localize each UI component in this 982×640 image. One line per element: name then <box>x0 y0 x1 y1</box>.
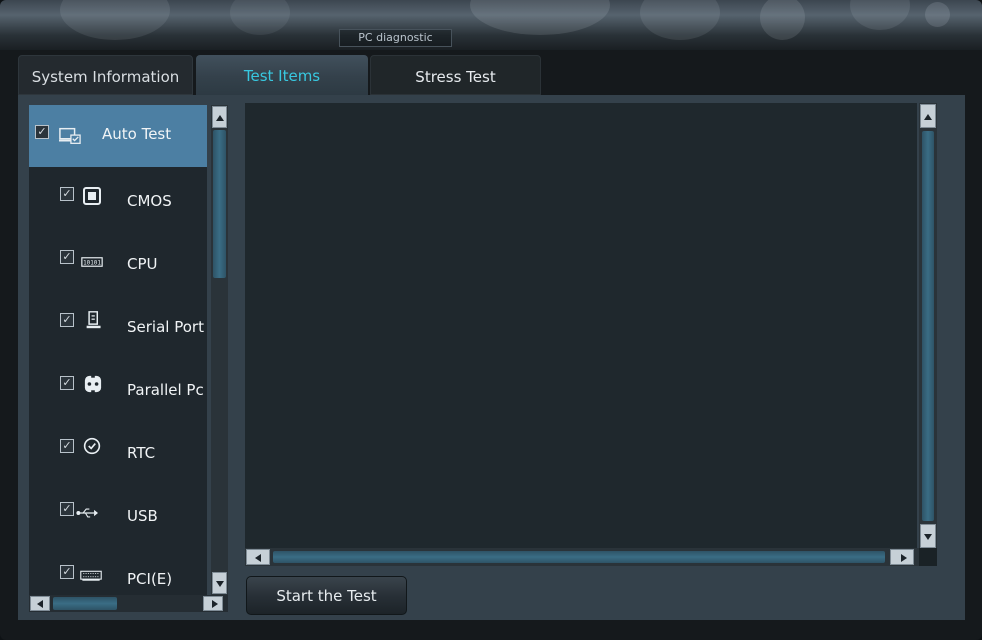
arrow-left-icon <box>255 554 261 562</box>
title-bubble <box>230 0 290 35</box>
arrow-right-icon <box>901 554 907 562</box>
app-window: PC diagnostic System Information Test It… <box>0 0 982 640</box>
tree-item-auto-test[interactable]: ✓ Auto Test <box>29 105 207 167</box>
tree-item-label: USB <box>127 507 158 525</box>
scroll-right-button[interactable] <box>203 596 223 611</box>
arrow-down-icon <box>924 534 932 540</box>
tab-stress-test[interactable]: Stress Test <box>370 55 541 95</box>
title-bubble <box>640 0 720 40</box>
arrow-left-icon <box>37 600 43 608</box>
scroll-down-button[interactable] <box>212 572 227 594</box>
scroll-right-button[interactable] <box>890 549 914 565</box>
scroll-up-button[interactable] <box>212 106 227 128</box>
scroll-left-button[interactable] <box>246 549 270 565</box>
title-bubble <box>760 0 805 40</box>
checkbox-auto-test[interactable]: ✓ <box>35 125 49 139</box>
arrow-up-icon <box>924 114 932 120</box>
serial-port-icon <box>86 311 101 329</box>
arrow-down-icon <box>216 581 224 587</box>
checkbox-pci[interactable]: ✓ <box>60 565 74 579</box>
arrow-up-icon <box>216 115 224 121</box>
test-items-panel: ✓ Auto Test ✓ CMOS ✓ 10101 CPU ✓ Serial … <box>18 95 965 620</box>
tree-item-parallel-port[interactable]: ✓ Parallel Pc <box>29 357 207 419</box>
title-bubble <box>470 0 610 35</box>
window-title: PC diagnostic <box>339 29 452 47</box>
tree-item-cpu[interactable]: ✓ 10101 CPU <box>29 231 207 293</box>
tree-horizontal-scrollbar[interactable] <box>29 595 228 612</box>
test-item-tree[interactable]: ✓ Auto Test ✓ CMOS ✓ 10101 CPU ✓ Serial … <box>29 105 207 595</box>
tree-vertical-scrollbar[interactable] <box>211 105 228 595</box>
pci-card-icon <box>80 570 102 581</box>
tree-item-label: PCI(E) <box>127 570 173 588</box>
title-bubble <box>925 2 950 27</box>
monitor-check-icon <box>59 127 81 144</box>
scroll-left-button[interactable] <box>30 596 50 611</box>
tree-item-label: Parallel Pc <box>127 381 204 399</box>
tree-item-usb[interactable]: ✓ USB <box>29 483 207 545</box>
svg-text:10101: 10101 <box>83 261 101 267</box>
scroll-thumb[interactable] <box>273 551 885 563</box>
checkbox-parallel-port[interactable]: ✓ <box>60 376 74 390</box>
tree-item-label: CPU <box>127 255 158 273</box>
tab-system-information[interactable]: System Information <box>18 55 193 95</box>
parallel-port-icon <box>84 375 102 393</box>
tree-item-label: Auto Test <box>102 125 172 143</box>
tree-item-rtc[interactable]: ✓ RTC <box>29 420 207 482</box>
scroll-down-button[interactable] <box>920 524 936 548</box>
arrow-right-icon <box>212 600 218 608</box>
title-bubble <box>850 0 910 30</box>
clock-check-icon <box>83 437 101 455</box>
output-horizontal-scrollbar[interactable] <box>245 548 919 566</box>
cpu-bits-icon: 10101 <box>81 257 103 267</box>
checkbox-cpu[interactable]: ✓ <box>60 250 74 264</box>
scroll-thumb[interactable] <box>213 130 226 278</box>
checkbox-rtc[interactable]: ✓ <box>60 439 74 453</box>
tree-item-cmos[interactable]: ✓ CMOS <box>29 168 207 230</box>
output-vertical-scrollbar[interactable] <box>919 103 937 550</box>
scrollbar-corner <box>919 548 937 566</box>
tree-item-label: CMOS <box>127 192 172 210</box>
tab-test-items[interactable]: Test Items <box>196 55 368 95</box>
tree-item-serial-port[interactable]: ✓ Serial Port <box>29 294 207 356</box>
tree-item-label: Serial Port <box>127 318 204 336</box>
tree-item-label: RTC <box>127 444 156 462</box>
checkbox-cmos[interactable]: ✓ <box>60 187 74 201</box>
start-test-button[interactable]: Start the Test <box>246 576 407 615</box>
test-output-area[interactable] <box>245 103 917 550</box>
checkbox-serial-port[interactable]: ✓ <box>60 313 74 327</box>
scroll-thumb[interactable] <box>53 597 117 610</box>
tree-item-pci[interactable]: ✓ PCI(E) <box>29 546 207 595</box>
usb-icon <box>76 508 98 518</box>
chip-square-icon <box>83 187 101 205</box>
title-bar: PC diagnostic <box>0 0 982 50</box>
scroll-thumb[interactable] <box>922 131 934 521</box>
title-bubble <box>60 0 170 40</box>
scroll-up-button[interactable] <box>920 104 936 128</box>
checkbox-usb[interactable]: ✓ <box>60 502 74 516</box>
